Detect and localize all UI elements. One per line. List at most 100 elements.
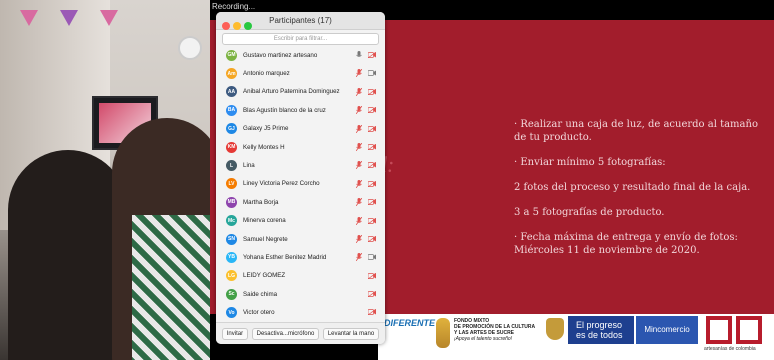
striped-shirt [132, 215, 210, 360]
participant-name: Martha Borja [243, 198, 279, 206]
participant-row[interactable]: LV Liney Victoria Perez Corcho [216, 175, 385, 193]
participant-row[interactable]: KM Kelly Montes H [216, 138, 385, 156]
slide-bullets: · Realizar una caja de luz, de acuerdo a… [514, 118, 764, 269]
participant-row[interactable]: L Lina [216, 156, 385, 174]
video-camera-off-icon[interactable] [368, 143, 376, 150]
video-camera-off-icon[interactable] [368, 52, 376, 58]
participant-name: Anibal Arturo Paternina Dominguez [243, 88, 340, 96]
participant-name: Gustavo martinez artesano [243, 51, 318, 59]
person [8, 150, 128, 360]
microphone-muted-icon[interactable] [356, 234, 362, 243]
video-camera-icon[interactable] [368, 70, 376, 77]
avatar: BA [226, 104, 237, 116]
avatar: Vo [226, 307, 237, 319]
video-camera-off-icon[interactable] [368, 199, 376, 206]
participant-name: Victor otero [243, 309, 275, 317]
video-camera-off-icon[interactable] [368, 272, 376, 279]
bullet-item: · Enviar mínimo 5 fotografías: [514, 157, 666, 168]
participant-list: GM Gustavo martinez artesano Am Antonio mar… [216, 46, 385, 322]
colombia-shield-icon [546, 318, 564, 340]
participant-row[interactable]: YB Yohana Esther Benitez Madrid [216, 248, 385, 266]
participant-name: Yohana Esther Benitez Madrid [243, 253, 327, 261]
avatar: Sc [226, 288, 237, 300]
participant-name: LEIDY GÓMEZ [243, 272, 286, 280]
video-camera-off-icon[interactable] [368, 162, 376, 169]
avatar: LG [226, 270, 237, 282]
webcam-video-feed [0, 0, 210, 360]
diferente-logo: DIFERENTE [384, 318, 436, 328]
video-camera-off-icon[interactable] [368, 217, 376, 224]
video-camera-icon[interactable] [368, 254, 376, 261]
microphone-muted-icon[interactable] [356, 179, 362, 188]
participant-row[interactable]: BA Blas Agustín blanco de la cruz [216, 101, 385, 119]
mute-all-button[interactable]: Desactiva...micrófono [251, 327, 320, 340]
microphone-muted-icon[interactable] [356, 87, 362, 96]
microphone-muted-icon[interactable] [356, 106, 362, 115]
participant-row[interactable]: Vo Victor otero [216, 303, 385, 321]
video-camera-off-icon[interactable] [368, 235, 376, 242]
participant-row[interactable]: SN Samuel Negrete [216, 230, 385, 248]
recording-label: Recording... [212, 2, 256, 11]
video-camera-off-icon[interactable] [368, 309, 376, 316]
participant-name: Saide chima [243, 290, 278, 298]
microphone-muted-icon[interactable] [356, 161, 362, 170]
video-camera-off-icon[interactable] [368, 107, 376, 114]
participant-name: Liney Victoria Perez Corcho [243, 180, 320, 188]
microphone-icon[interactable] [356, 51, 362, 59]
fondo-mixto-text: FONDO MIXTO DE PROMOCIÓN DE LA CULTURA Y… [454, 318, 536, 342]
bullet-item: 2 fotos del proceso y resultado final de… [514, 182, 751, 193]
window-titlebar[interactable]: Participantes (17) [216, 12, 385, 30]
avatar: L [226, 160, 237, 172]
avatar: GJ [226, 123, 237, 135]
bullet-item: 3 a 5 fotografías de producto. [514, 207, 665, 218]
participant-name: Kelly Montes H [243, 143, 285, 151]
avatar: MB [226, 196, 237, 208]
video-camera-off-icon[interactable] [368, 125, 376, 132]
video-camera-off-icon[interactable] [368, 88, 376, 95]
invite-button[interactable]: Invitar [221, 327, 249, 340]
microphone-muted-icon[interactable] [356, 216, 362, 225]
avatar: Mc [226, 215, 237, 227]
artesanias-mark-icon [706, 316, 732, 344]
raise-hand-button[interactable]: Levantar la mano [322, 327, 380, 340]
participants-window[interactable]: Participantes (17) Escribir para filtrar… [216, 12, 385, 344]
participant-row[interactable]: AA Anibal Arturo Paternina Dominguez [216, 83, 385, 101]
pennant-decoration [20, 10, 38, 26]
pennant-decoration [100, 10, 118, 26]
participant-row[interactable]: GJ Galaxy J5 Prime [216, 120, 385, 138]
participant-row[interactable]: LG LEIDY GÓMEZ [216, 267, 385, 285]
participants-toolbar: Invitar Desactiva...micrófono Levantar l… [216, 322, 385, 344]
pennant-decoration [60, 10, 78, 26]
participant-row[interactable]: GM Gustavo martinez artesano [216, 46, 385, 64]
avatar: GM [226, 49, 237, 61]
bullet-item: · Fecha máxima de entrega y envío de fot… [514, 232, 738, 256]
avatar: SN [226, 233, 237, 245]
avatar: Am [226, 68, 237, 80]
microphone-muted-icon[interactable] [356, 69, 362, 78]
microphone-muted-icon[interactable] [356, 198, 362, 207]
artesanias-logo: artesanías de colombia [704, 316, 766, 356]
participant-name: Galaxy J5 Prime [243, 125, 289, 133]
participant-row[interactable]: Mc Minerva corena [216, 212, 385, 230]
microphone-muted-icon[interactable] [356, 142, 362, 151]
participant-name: Minerva corena [243, 217, 286, 225]
progreso-logo: El progreso es de todos [568, 316, 634, 344]
artesanias-mark-icon [736, 316, 762, 344]
participant-name: Antonio marquez [243, 70, 290, 78]
avatar: KM [226, 141, 237, 153]
microphone-muted-icon[interactable] [356, 124, 362, 133]
video-camera-off-icon[interactable] [368, 291, 376, 298]
bullet-item: · Realizar una caja de luz, de acuerdo a… [514, 119, 758, 143]
participant-name: Lina [243, 162, 255, 170]
window-title: Participantes (17) [269, 16, 332, 25]
avatar: LV [226, 178, 237, 190]
microphone-muted-icon[interactable] [356, 253, 362, 262]
participant-row[interactable]: Am Antonio marquez [216, 64, 385, 82]
video-camera-off-icon[interactable] [368, 180, 376, 187]
participant-row[interactable]: MB Martha Borja [216, 193, 385, 211]
avatar: YB [226, 251, 237, 263]
fondo-mixto-logo-icon [436, 318, 450, 348]
participant-row[interactable]: Sc Saide chima [216, 285, 385, 303]
participant-name: Blas Agustín blanco de la cruz [243, 106, 326, 114]
avatar: AA [226, 86, 237, 98]
